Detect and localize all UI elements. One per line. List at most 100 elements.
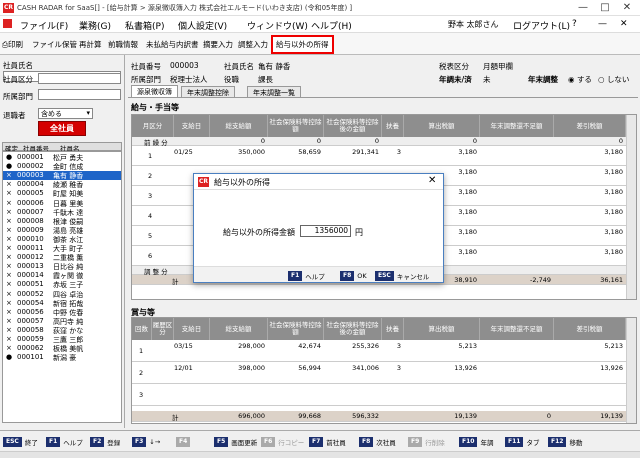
employee-row[interactable]: ● 000002 金町 信成	[3, 162, 121, 171]
yearend-yes-radio[interactable]: ◉ する	[568, 74, 592, 85]
fkey-f3-button[interactable]: F3 ↓→	[132, 436, 160, 447]
confirm-mark: ●	[6, 153, 13, 161]
tab-withholding[interactable]: 源泉徴収簿	[131, 85, 178, 97]
bonus-cell-n: 3	[139, 391, 144, 399]
fkey-esc-button[interactable]: ESC 終了	[3, 436, 38, 447]
fkey-label: F8	[359, 436, 374, 447]
bonus-total-value: 696,000	[238, 412, 265, 420]
bonus-scrollbar[interactable]	[626, 318, 636, 423]
close-button[interactable]: ✕	[617, 1, 637, 14]
salary-cell-date: 01/25	[174, 148, 193, 156]
yearend-no-radio[interactable]: ○ しない	[598, 74, 629, 85]
help-icon[interactable]: ?	[572, 19, 577, 29]
fkey-f10-button[interactable]: F10 年調	[459, 436, 493, 447]
bonus-row[interactable]: 1 03/15 298,000 42,674 255,326 3 5,213 5,213	[132, 340, 626, 362]
salary-row[interactable]: 1 01/25 350,000 58,659 291,341 3 3,180 3,180	[132, 146, 626, 166]
menu-window[interactable]: ウィンドウ(W)	[247, 19, 308, 32]
employee-row[interactable]: × 000056 中野 佐春	[3, 308, 121, 317]
bonus-grid[interactable]: 回数 履歴区分 支給日 総支給額 社会保険料等控除額 社会保険料等控除後の金額 扶養 算出税額…	[131, 317, 637, 424]
employee-row[interactable]: × 000051 赤坂 三子	[3, 280, 121, 289]
employee-number: 000007	[17, 207, 44, 216]
employee-row[interactable]: × 000007 千駄木 達	[3, 208, 121, 217]
salary-cell-net: 3,180	[604, 148, 623, 156]
employee-row[interactable]: × 000008 根津 俊嗣	[3, 217, 121, 226]
employee-list[interactable]: ● 000001 松戸 勇夫 ● 000002 金町 信成 × 000003 亀有 静香 × 000…	[2, 151, 122, 423]
employee-number: 000062	[17, 344, 44, 353]
employee-row[interactable]: × 000062 板橋 美帆	[3, 344, 121, 353]
employee-row[interactable]: × 000003 亀有 静香	[3, 171, 121, 181]
maximize-button[interactable]: □	[595, 1, 615, 14]
salary-cell-dep: 3	[396, 148, 401, 156]
tab-divider	[128, 97, 638, 98]
menu-help[interactable]: ヘルプ(H)	[311, 19, 352, 32]
employee-row[interactable]: × 000014 霞ヶ関 徹	[3, 271, 121, 280]
menu-personal-settings[interactable]: 個人設定(V)	[178, 19, 227, 32]
prev-job-button[interactable]: 前職情報	[108, 39, 138, 50]
print-button[interactable]: ⎙印刷	[2, 39, 23, 50]
fkey-f7-button[interactable]: F7 前社員	[309, 436, 346, 447]
employee-row[interactable]: × 000009 湯島 亮雄	[3, 226, 121, 235]
employee-row[interactable]: × 000054 新宿 拓哉	[3, 299, 121, 308]
menu-file[interactable]: ファイル(F)	[20, 19, 68, 32]
bonus-header-cell: 回数	[132, 318, 152, 340]
salary-header-cell: 年末調整還不足額	[480, 115, 554, 137]
dept-input[interactable]	[38, 89, 121, 100]
bonus-row[interactable]: 2 12/01 398,000 56,994 341,006 3 13,926 13,926	[132, 362, 626, 384]
fkey-f12-button[interactable]: F12 移動	[548, 436, 582, 447]
salary-header-cell: 支給日	[174, 115, 210, 137]
employee-row[interactable]: × 000052 四谷 卓治	[3, 290, 121, 299]
menu-close-icon[interactable]: ✕	[620, 19, 628, 29]
menu-mailbox[interactable]: 私書箱(P)	[125, 19, 164, 32]
fkey-f8-button[interactable]: F8 次社員	[359, 436, 396, 447]
name-label: 社員氏名	[3, 61, 33, 70]
dialog-close-icon[interactable]: ✕	[428, 175, 436, 186]
fkey-f2-button[interactable]: F2 登録	[90, 436, 120, 447]
employee-row[interactable]: × 000006 日暮 里美	[3, 199, 121, 208]
other-income-button[interactable]: 給与以外の所得	[271, 35, 334, 54]
tab-yearend-list[interactable]: 年末調整一覧	[247, 86, 301, 97]
confirm-mark: ×	[6, 262, 12, 271]
menu-minimize-icon[interactable]: —	[598, 19, 607, 29]
bonus-header-cell: 算出税額	[404, 318, 480, 340]
summary-input-button[interactable]: 摘要入力	[203, 39, 233, 50]
menu-business[interactable]: 業務(G)	[79, 19, 111, 32]
employee-row[interactable]: × 000012 二重橋 薫	[3, 253, 121, 262]
bonus-header-cell: 履歴区分	[152, 318, 174, 340]
bonus-cell-after: 341,006	[352, 364, 379, 372]
recalc-button[interactable]: 再計算	[79, 39, 102, 50]
bonus-header-cell: 支給日	[174, 318, 210, 340]
employee-row[interactable]: × 000010 御茶 水江	[3, 235, 121, 244]
bonus-row[interactable]: 3	[132, 384, 626, 406]
category-label: 社員区分	[3, 75, 33, 84]
category-input[interactable]	[38, 73, 121, 84]
employee-row[interactable]: × 000059 三鷹 三郎	[3, 335, 121, 344]
tab-yearend-deduction[interactable]: 年末調整控除	[181, 86, 235, 97]
unpaid-salary-button[interactable]: 未払給与内訳書	[146, 39, 199, 50]
employee-row[interactable]: × 000057 高円寺 純	[3, 317, 121, 326]
logout-link[interactable]: ログアウト(L)	[513, 19, 570, 32]
salary-scrollbar[interactable]	[626, 115, 636, 299]
employee-row[interactable]: × 000013 日比谷 純	[3, 262, 121, 271]
employee-row[interactable]: ● 000001 松戸 勇夫	[3, 153, 121, 162]
employee-row[interactable]: × 000058 荻窪 かな	[3, 326, 121, 335]
employee-row[interactable]: × 000005 町屋 知美	[3, 189, 121, 198]
dialog-cancel-button[interactable]: ESC キャンセル	[375, 270, 429, 281]
employee-row[interactable]: ● 000101 新潟 豪	[3, 353, 121, 362]
employee-row[interactable]: × 000004 綾瀬 稚香	[3, 180, 121, 189]
fkey-f1-button[interactable]: F1 ヘルプ	[46, 436, 83, 447]
employee-row[interactable]: × 000011 大手 町子	[3, 244, 121, 253]
dialog-help-button[interactable]: F1 ヘルプ	[288, 270, 325, 281]
dialog-ok-button[interactable]: F8 OK	[340, 270, 367, 281]
other-income-input[interactable]: 1356000	[300, 225, 351, 237]
employee-number: 000008	[17, 216, 44, 225]
minimize-button[interactable]: —	[573, 1, 593, 14]
fkey-f11-button[interactable]: F11 タブ	[505, 436, 539, 447]
file-storage-button[interactable]: ファイル保管	[32, 39, 77, 50]
all-employees-button[interactable]: 全社員	[38, 121, 86, 136]
bonus-header-cell: 総支給額	[210, 318, 268, 340]
adjust-input-button[interactable]: 調整入力	[238, 39, 268, 50]
fkey-label: ESC	[3, 436, 22, 447]
menu-bar: ファイル(F) 業務(G) 私書箱(P) 個人設定(V) ウィンドウ(W) ヘル…	[0, 16, 640, 33]
retired-select[interactable]: 含める ▾	[38, 108, 93, 119]
fkey-f5-button[interactable]: F5 画面更新	[214, 436, 257, 447]
